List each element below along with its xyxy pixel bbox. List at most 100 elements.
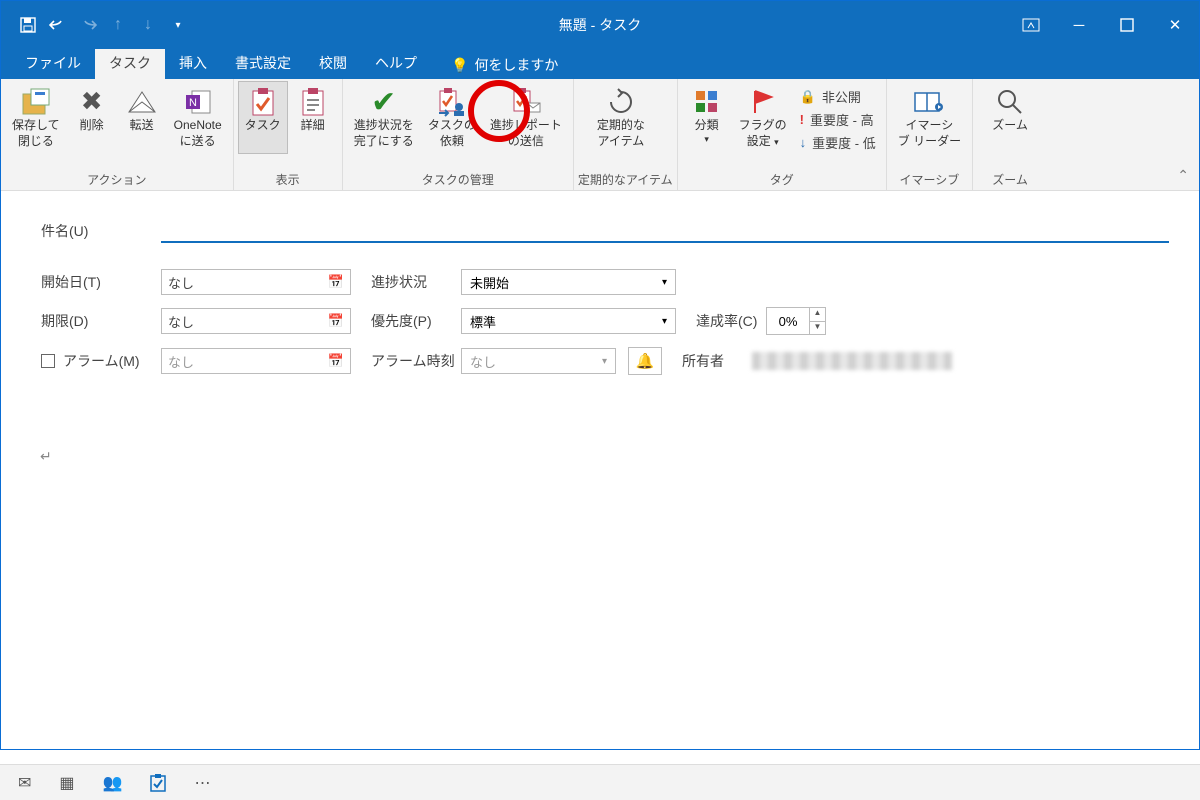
ribbon-group-actions: 保存して 閉じる ✖ 削除 転送 N OneNot <box>1 79 234 190</box>
save-icon[interactable] <box>19 16 37 34</box>
details-view-icon <box>295 86 331 118</box>
tag-priority-list: 🔒非公開 !重要度 - 高 ↓重要度 - 低 <box>794 81 882 158</box>
owner-value <box>752 352 952 370</box>
delete-button[interactable]: ✖ 削除 <box>67 81 117 154</box>
recurrence-button[interactable]: 定期的な アイテム <box>578 81 664 154</box>
complete-label: 達成率(C) <box>696 311 766 331</box>
redo-icon[interactable] <box>79 16 97 34</box>
tab-format[interactable]: 書式設定 <box>221 47 305 79</box>
people-nav-icon[interactable]: 👥 <box>103 773 123 793</box>
next-item-icon[interactable]: ↓ <box>139 16 157 34</box>
ribbon-options-button[interactable] <box>1007 1 1055 49</box>
status-label: 進捗状況 <box>371 272 461 292</box>
categorize-icon <box>689 86 725 118</box>
percent-complete-spinner[interactable]: 0% ▲▼ <box>766 307 826 335</box>
alarm-checkbox[interactable] <box>41 354 55 368</box>
forward-button[interactable]: 転送 <box>117 81 167 154</box>
window-controls: ─ ✕ <box>1007 1 1199 49</box>
alarm-time-dropdown[interactable]: なし ▾ <box>461 348 616 374</box>
ribbon-group-tags: 分類 ▾ フラグの 設定 ▾ 🔒非公開 !重要度 - 高 ↓重要度 - 低 タグ <box>678 79 887 190</box>
close-button[interactable]: ✕ <box>1151 1 1199 49</box>
ribbon-group-immersive: イマーシ ブ リーダー イマーシブ <box>887 79 973 190</box>
undo-icon[interactable] <box>49 16 67 34</box>
alarm-date-input[interactable]: なし 📅 <box>161 348 351 374</box>
onenote-button[interactable]: N OneNote に送る <box>167 81 229 154</box>
tell-me-label: 何をしますか <box>474 55 558 75</box>
quick-access-toolbar: ↑ ↓ ▾ <box>1 16 187 34</box>
calendar-icon: 📅 <box>328 274 344 290</box>
svg-text:N: N <box>189 97 197 109</box>
calendar-icon: 📅 <box>328 313 344 329</box>
lock-icon: 🔒 <box>800 89 816 105</box>
follow-up-button[interactable]: フラグの 設定 ▾ <box>732 81 794 154</box>
owner-label: 所有者 <box>682 351 742 371</box>
spinner-up-icon[interactable]: ▲ <box>810 308 825 322</box>
tab-review[interactable]: 校閲 <box>305 47 361 79</box>
maximize-button[interactable] <box>1103 1 1151 49</box>
menu-bar: ファイル タスク 挿入 書式設定 校閲 ヘルプ 💡 何をしますか <box>1 49 1199 79</box>
more-nav-icon[interactable]: ⋯ <box>194 773 210 793</box>
checkmark-icon: ✔ <box>366 86 402 118</box>
tab-task[interactable]: タスク <box>95 47 165 79</box>
chevron-down-icon: ▾ <box>662 277 667 288</box>
assign-task-icon <box>434 86 470 118</box>
categorize-button[interactable]: 分類 ▾ <box>682 81 732 150</box>
tab-file[interactable]: ファイル <box>11 47 95 79</box>
alarm-sound-button[interactable]: 🔔 <box>628 347 662 375</box>
due-date-input[interactable]: なし 📅 <box>161 308 351 334</box>
title-bar: ↑ ↓ ▾ 無題 - タスク ─ ✕ <box>1 1 1199 49</box>
importance-low-button[interactable]: ↓重要度 - 低 <box>800 131 876 154</box>
importance-high-icon: ! <box>800 112 804 127</box>
minimize-button[interactable]: ─ <box>1055 1 1103 49</box>
task-body-area[interactable]: ↵ <box>40 448 52 465</box>
chevron-down-icon: ▾ <box>662 316 667 327</box>
alarm-checkbox-row: アラーム(M) <box>41 351 161 371</box>
collapse-ribbon-button[interactable]: ⌃ <box>1177 167 1189 184</box>
ribbon: 保存して 閉じる ✖ 削除 転送 N OneNot <box>1 79 1199 191</box>
start-date-label: 開始日(T) <box>41 272 161 292</box>
immersive-reader-icon <box>911 86 947 118</box>
save-close-icon <box>18 86 54 118</box>
onenote-icon: N <box>180 86 216 118</box>
zoom-icon <box>992 86 1028 118</box>
window-title: 無題 - タスク <box>559 15 641 35</box>
flag-icon <box>745 86 781 118</box>
assign-task-button[interactable]: タスクの 依頼 <box>421 81 483 154</box>
priority-label: 優先度(P) <box>371 311 461 331</box>
prev-item-icon[interactable]: ↑ <box>109 16 127 34</box>
spinner-down-icon[interactable]: ▼ <box>810 322 825 335</box>
ribbon-group-show: タスク 詳細 表示 <box>234 79 343 190</box>
ribbon-group-recurrence: 定期的な アイテム 定期的なアイテム <box>574 79 678 190</box>
priority-dropdown[interactable]: 標準 ▾ <box>461 308 676 334</box>
qat-dropdown-icon[interactable]: ▾ <box>169 16 187 34</box>
tasks-nav-icon[interactable] <box>150 774 166 792</box>
subject-label: 件名(U) <box>41 221 161 241</box>
status-dropdown[interactable]: 未開始 ▾ <box>461 269 676 295</box>
navigation-bar: ✉ ▦ 👥 ⋯ <box>0 764 1200 800</box>
mark-complete-button[interactable]: ✔ 進捗状況を 完了にする <box>347 81 421 154</box>
tell-me-search[interactable]: 💡 何をしますか <box>441 51 568 79</box>
ribbon-group-zoom: ズーム ズーム <box>973 79 1047 190</box>
forward-icon <box>124 86 160 118</box>
task-form: 件名(U) 開始日(T) なし 📅 進捗状況 未開始 ▾ 期限(D) なし 📅 … <box>1 191 1199 749</box>
status-report-icon <box>508 86 544 118</box>
alarm-label: アラーム(M) <box>63 351 140 371</box>
importance-high-button[interactable]: !重要度 - 高 <box>800 108 876 131</box>
task-view-button[interactable]: タスク <box>238 81 288 154</box>
calendar-nav-icon[interactable]: ▦ <box>59 773 74 793</box>
mail-nav-icon[interactable]: ✉ <box>18 773 31 793</box>
due-date-label: 期限(D) <box>41 311 161 331</box>
start-date-input[interactable]: なし 📅 <box>161 269 351 295</box>
alarm-time-label: アラーム時刻 <box>371 351 461 371</box>
save-close-button[interactable]: 保存して 閉じる <box>5 81 67 154</box>
subject-input[interactable] <box>161 219 1169 243</box>
calendar-icon: 📅 <box>328 353 344 369</box>
details-view-button[interactable]: 詳細 <box>288 81 338 154</box>
zoom-button[interactable]: ズーム <box>977 81 1043 154</box>
send-status-report-button[interactable]: 進捗レポート の送信 <box>483 81 569 154</box>
tab-help[interactable]: ヘルプ <box>361 47 431 79</box>
private-toggle[interactable]: 🔒非公開 <box>800 85 876 108</box>
immersive-reader-button[interactable]: イマーシ ブ リーダー <box>891 81 968 154</box>
tab-insert[interactable]: 挿入 <box>165 47 221 79</box>
delete-icon: ✖ <box>74 86 110 118</box>
